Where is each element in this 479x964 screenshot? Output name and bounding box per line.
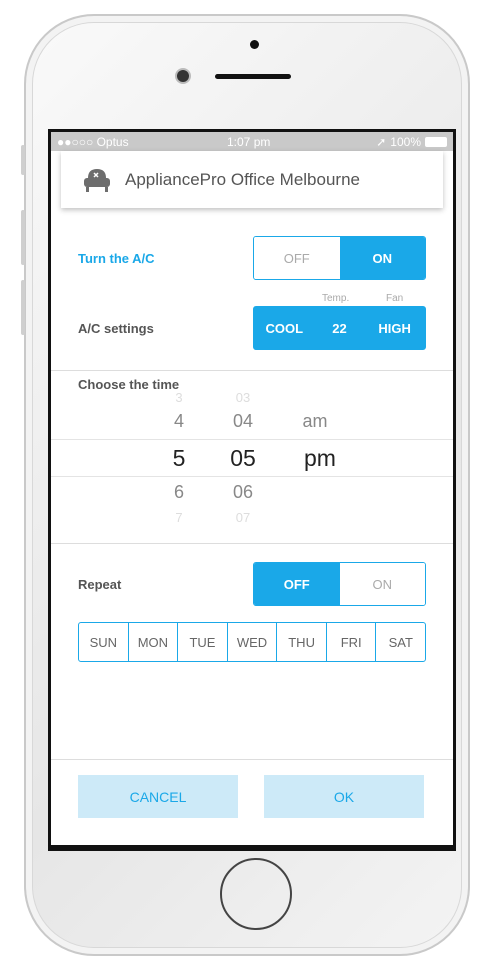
hour-item[interactable]: 4 [159, 411, 199, 432]
ac-power-toggle: OFF ON [253, 236, 426, 280]
volume-down-button [21, 280, 25, 335]
ac-settings-label: A/C settings [78, 321, 154, 336]
temperature-option[interactable]: 22 [314, 307, 365, 349]
day-sunday[interactable]: SUN [79, 623, 128, 661]
weekday-selector: SUN MON TUE WED THU FRI SAT [78, 622, 426, 662]
day-friday[interactable]: FRI [325, 623, 376, 661]
minute-selected[interactable]: 05 [221, 445, 265, 472]
section-divider [51, 543, 453, 544]
carrier-label: ●●○○○ Optus [57, 134, 129, 149]
battery-icon [425, 136, 447, 147]
earpiece-speaker [215, 74, 291, 79]
armchair-icon [81, 166, 113, 194]
fan-option[interactable]: HIGH [364, 307, 425, 349]
section-divider [51, 370, 453, 371]
minute-item[interactable]: 03 [221, 390, 265, 405]
section-divider [51, 759, 453, 760]
day-tuesday[interactable]: TUE [177, 623, 227, 661]
clock-label: 1:07 pm [227, 134, 271, 149]
volume-up-button [21, 210, 25, 265]
picker-highlight-bottom [51, 476, 453, 477]
hour-item[interactable]: 3 [159, 390, 199, 405]
minute-item[interactable]: 04 [221, 411, 265, 432]
minute-item[interactable]: 07 [221, 510, 265, 525]
repeat-off-option[interactable]: OFF [254, 563, 340, 605]
app-screen: ●●○○○ Optus 1:07 pm ➚ 100% AppliancePro … [48, 129, 456, 851]
repeat-on-option[interactable]: ON [339, 563, 425, 605]
day-thursday[interactable]: THU [276, 623, 326, 661]
period-item[interactable]: am [295, 411, 335, 432]
ac-settings-control: COOL 22 HIGH [253, 306, 426, 350]
repeat-label: Repeat [78, 577, 122, 592]
temp-caption: Temp. [322, 293, 350, 304]
repeat-toggle: OFF ON [253, 562, 426, 606]
battery-percent: 100% [390, 134, 421, 149]
location-header[interactable]: AppliancePro Office Melbourne [61, 151, 443, 208]
hour-item[interactable]: 7 [159, 510, 199, 525]
day-monday[interactable]: MON [127, 623, 178, 661]
minute-item[interactable]: 06 [221, 482, 265, 503]
home-button[interactable] [220, 858, 292, 930]
status-bar: ●●○○○ Optus 1:07 pm ➚ 100% [51, 132, 453, 151]
ac-off-option[interactable]: OFF [254, 237, 340, 279]
fan-caption: Fan [386, 293, 404, 304]
day-saturday[interactable]: SAT [375, 623, 425, 661]
picker-highlight-top [51, 439, 453, 440]
day-wednesday[interactable]: WED [226, 623, 277, 661]
period-selected[interactable]: pm [295, 445, 345, 472]
hour-item[interactable]: 6 [159, 482, 199, 503]
hour-selected[interactable]: 5 [159, 445, 199, 472]
ac-power-label: Turn the A/C [78, 251, 155, 266]
mute-switch [21, 145, 25, 175]
front-camera-icon [177, 70, 189, 82]
ac-on-option[interactable]: ON [339, 237, 425, 279]
battery-status: ➚ 100% [376, 135, 447, 149]
ok-button[interactable]: OK [264, 775, 424, 818]
location-title: AppliancePro Office Melbourne [125, 169, 360, 189]
proximity-sensor [250, 40, 259, 49]
location-icon: ➚ [376, 134, 387, 149]
mode-option[interactable]: COOL [254, 307, 315, 349]
cancel-button[interactable]: CANCEL [78, 775, 238, 818]
